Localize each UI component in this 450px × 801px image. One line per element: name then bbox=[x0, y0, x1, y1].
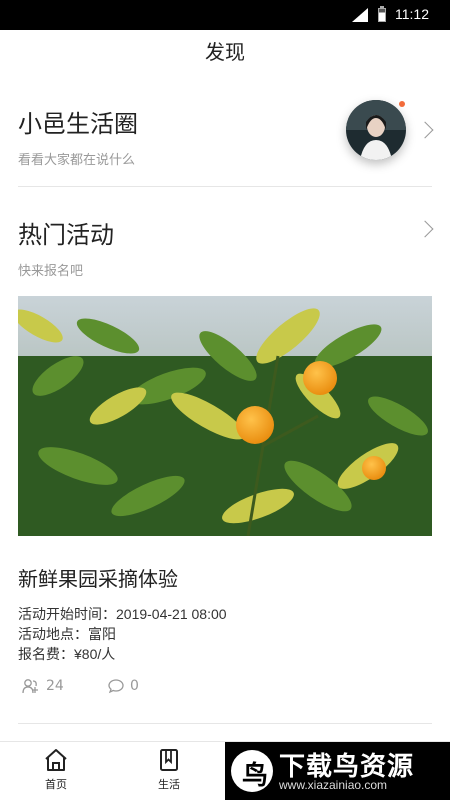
status-bar: 11:12 bbox=[0, 0, 450, 30]
participants-stat[interactable]: 24 bbox=[22, 678, 64, 694]
activity-location: 活动地点：富阳 bbox=[18, 626, 116, 642]
bookmark-icon bbox=[160, 749, 178, 771]
hot-section[interactable]: 热门活动 快来报名吧 bbox=[18, 215, 432, 279]
divider bbox=[18, 186, 432, 187]
notification-dot bbox=[399, 101, 405, 107]
tab-home[interactable]: 首页 bbox=[26, 748, 86, 792]
comments-count: 0 bbox=[130, 678, 139, 694]
watermark-banner: 鸟 下载鸟资源 www.xiazainiao.com bbox=[225, 742, 450, 800]
signal-icon bbox=[352, 8, 368, 22]
status-time: 11:12 bbox=[395, 6, 429, 22]
watermark-logo: 鸟 bbox=[231, 750, 273, 792]
tab-home-label: 首页 bbox=[45, 778, 67, 791]
participants-count: 24 bbox=[46, 678, 64, 694]
avatar-image bbox=[346, 100, 406, 160]
comment-icon bbox=[108, 679, 124, 694]
tab-life-label: 生活 bbox=[158, 778, 180, 791]
home-icon bbox=[45, 749, 67, 771]
orange-tree-image bbox=[18, 296, 432, 536]
avatar[interactable] bbox=[346, 100, 406, 160]
activity-fee: 报名费：¥80/人 bbox=[18, 646, 116, 662]
activity-photo[interactable] bbox=[18, 296, 432, 536]
hot-title: 热门活动 bbox=[18, 221, 114, 249]
watermark-logo-char: 鸟 bbox=[242, 761, 269, 791]
tab-life[interactable]: 生活 bbox=[139, 748, 199, 792]
activity-start-time: 活动开始时间：2019-04-21 08:00 bbox=[18, 606, 227, 622]
divider bbox=[18, 723, 432, 724]
battery-icon bbox=[378, 6, 386, 22]
users-icon bbox=[22, 679, 38, 694]
hot-subtitle: 快来报名吧 bbox=[18, 264, 84, 279]
page-title: 发现 bbox=[205, 40, 245, 64]
watermark-url: www.xiazainiao.com bbox=[279, 778, 388, 792]
activity-title[interactable]: 新鲜果园采摘体验 bbox=[18, 563, 178, 592]
comments-stat[interactable]: 0 bbox=[108, 678, 139, 694]
